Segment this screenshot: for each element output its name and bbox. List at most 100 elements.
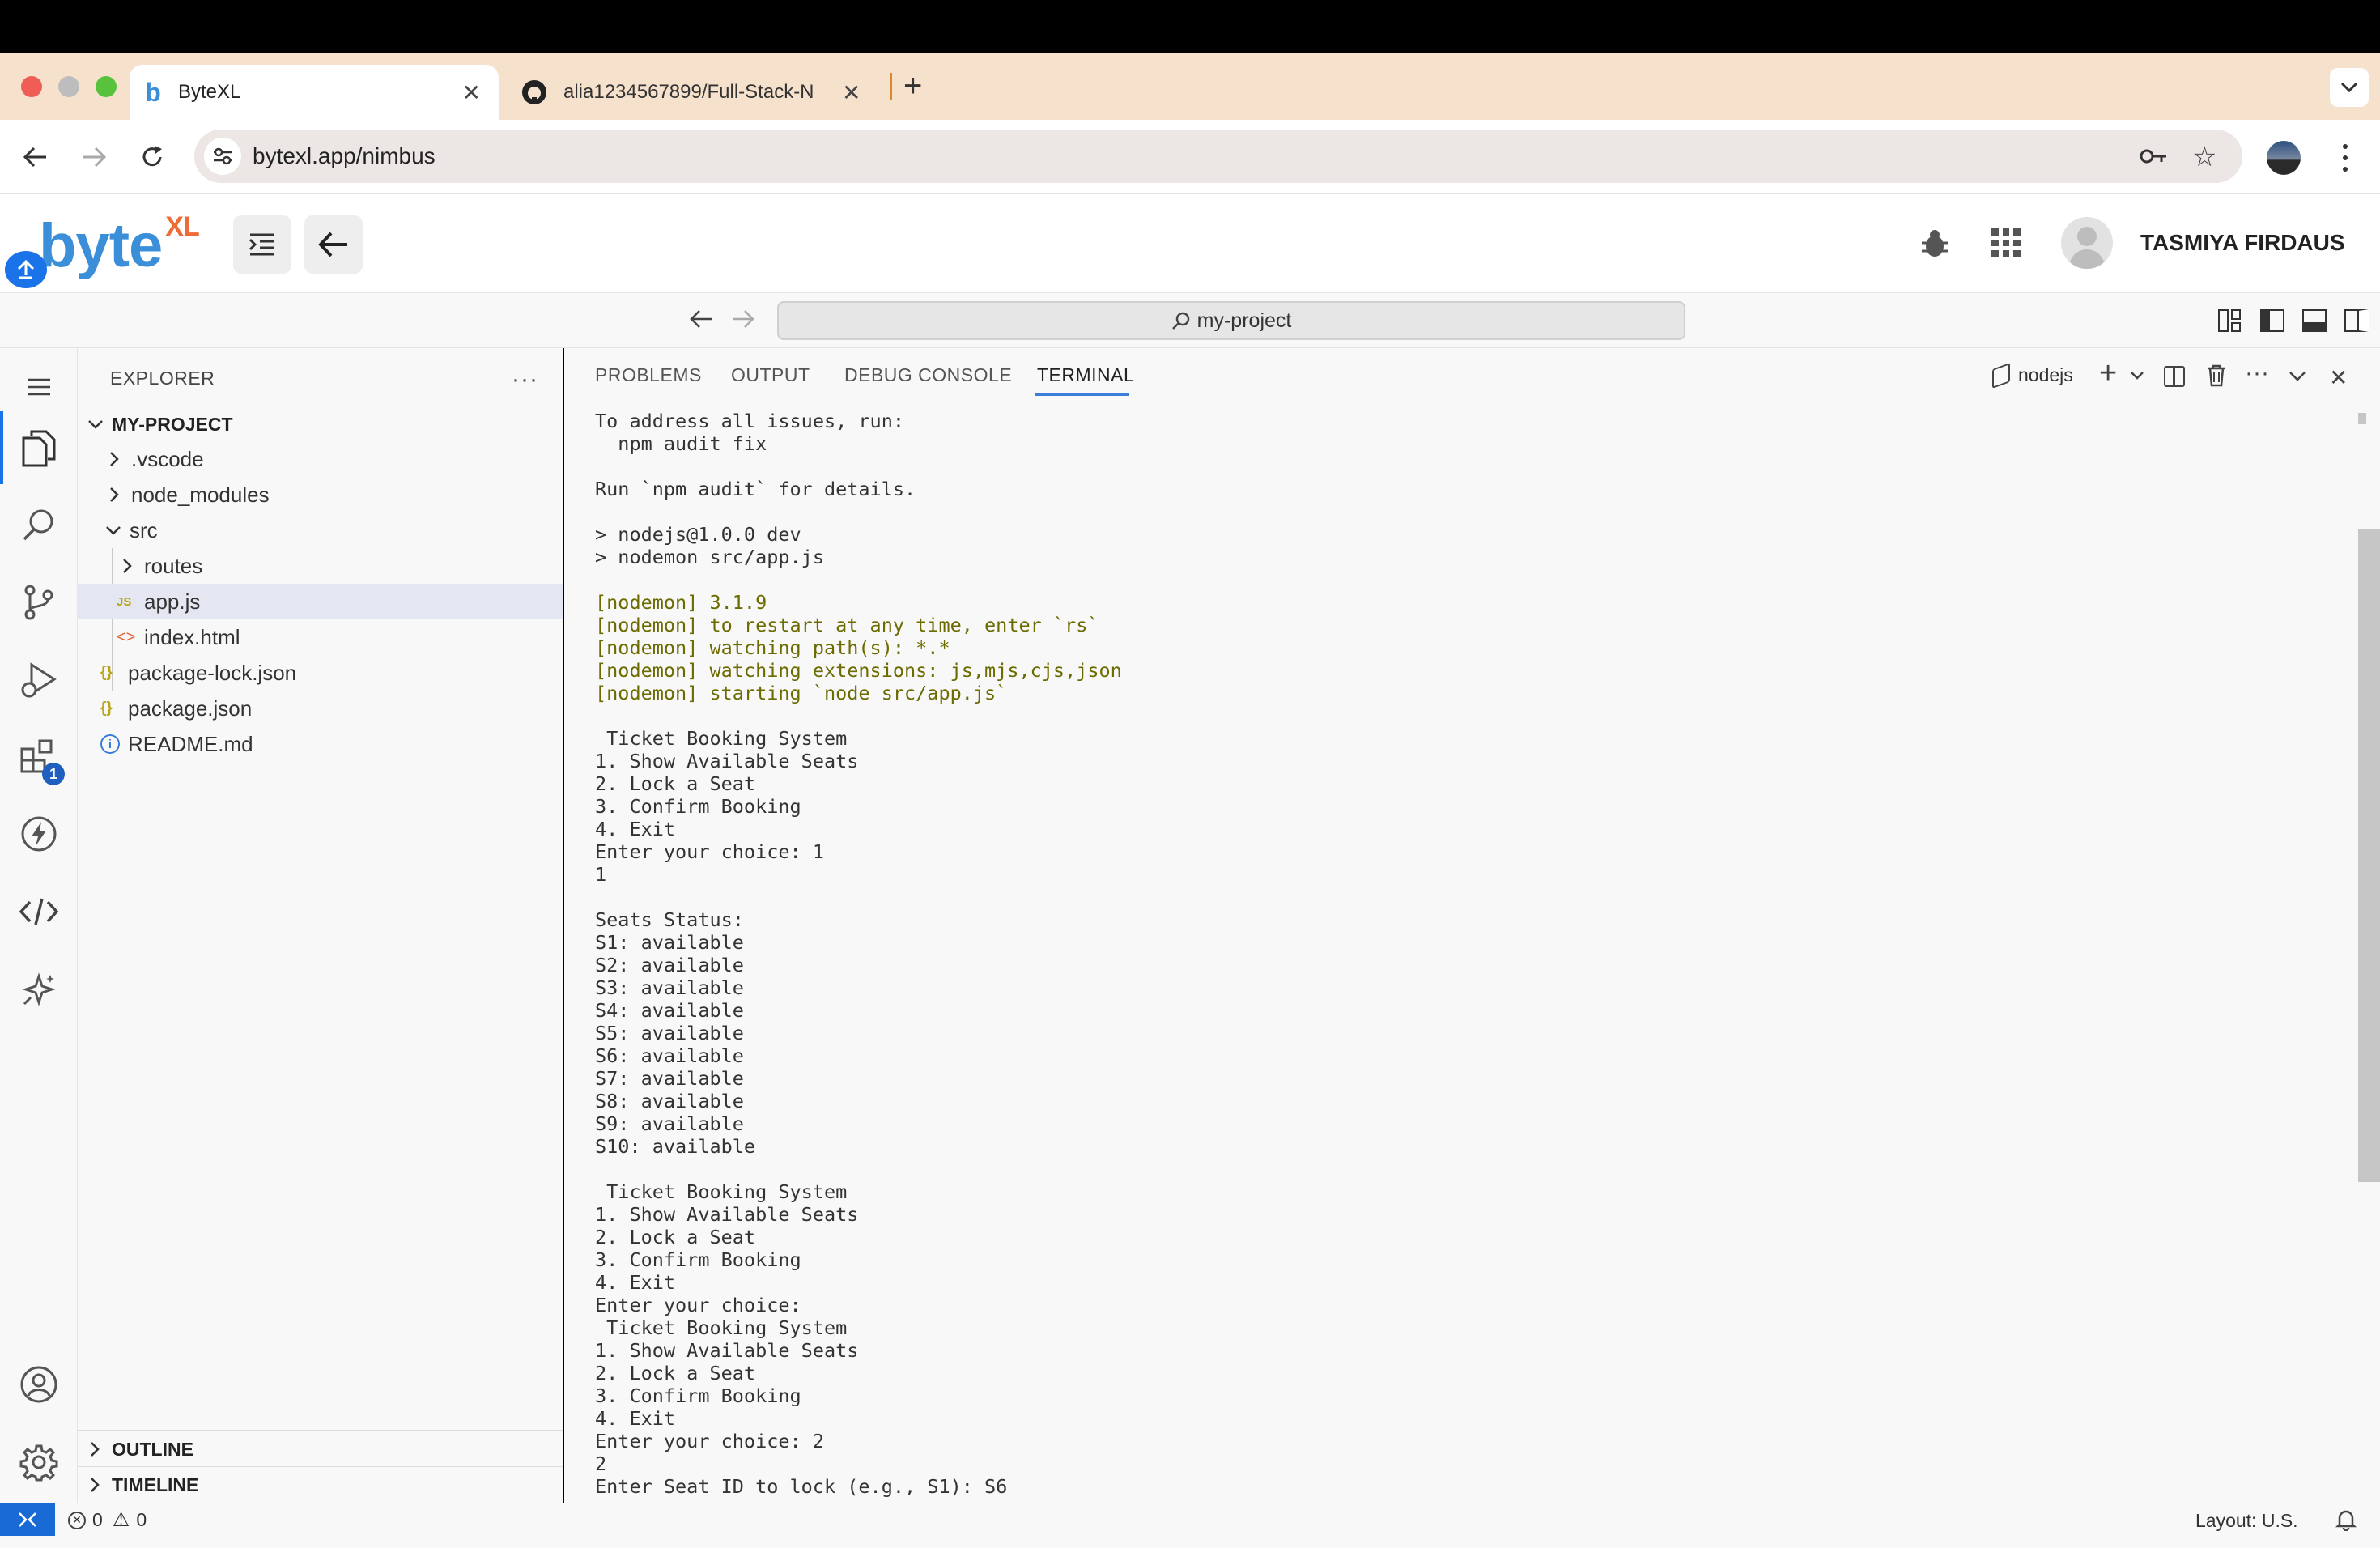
back-button[interactable]	[304, 215, 363, 274]
source-control-icon[interactable]	[0, 570, 78, 635]
tree-folder-vscode[interactable]: .vscode	[78, 441, 563, 477]
more-actions-icon[interactable]: ···	[512, 366, 538, 393]
toggle-panel-icon[interactable]	[2302, 309, 2327, 332]
address-bar[interactable]: bytexl.app/nimbus ☆	[194, 130, 2242, 183]
tab-debug-console[interactable]: DEBUG CONSOLE	[844, 364, 1012, 386]
terminal-line: S1: available	[595, 931, 744, 954]
activity-bar: 1	[0, 348, 78, 1503]
user-name[interactable]: TASMIYA FIRDAUS	[2140, 230, 2345, 256]
outline-section[interactable]: OUTLINE	[78, 1431, 563, 1467]
tree-folder-routes[interactable]: routes	[78, 548, 563, 584]
site-settings-icon[interactable]	[204, 138, 241, 175]
ai-sparkle-icon[interactable]	[0, 957, 78, 1022]
tab-divider	[890, 73, 892, 100]
maximize-panel-chevron-icon[interactable]	[2289, 371, 2306, 382]
active-tab-underline	[1035, 393, 1129, 396]
reload-icon[interactable]	[133, 138, 172, 176]
new-terminal-icon[interactable]: +	[2099, 356, 2117, 391]
maximize-window-button[interactable]	[96, 76, 117, 97]
trash-icon[interactable]	[2206, 364, 2227, 387]
new-tab-icon[interactable]: +	[903, 68, 922, 104]
close-tab-icon[interactable]: ✕	[462, 79, 481, 106]
tree-file-package-json[interactable]: {} package.json	[78, 691, 563, 726]
terminal-line: Seats Status:	[595, 908, 744, 931]
command-center-search[interactable]: my-project	[777, 301, 1685, 340]
extensions-icon[interactable]: 1	[0, 724, 78, 789]
upload-icon[interactable]	[5, 251, 47, 288]
apps-grid-icon[interactable]	[1991, 228, 2021, 257]
terminal-line: 4. Exit	[595, 1271, 676, 1294]
search-icon[interactable]	[0, 492, 78, 557]
profile-avatar-icon[interactable]	[2267, 141, 2301, 175]
close-tab-icon[interactable]: ✕	[842, 79, 861, 106]
minimize-window-button[interactable]	[58, 76, 79, 97]
info-file-icon: i	[100, 734, 120, 754]
terminal-line: S9: available	[595, 1112, 744, 1135]
terminal-line: 2. Lock a Seat	[595, 772, 756, 795]
tab-problems[interactable]: PROBLEMS	[595, 364, 702, 386]
toggle-sidebar-button[interactable]	[233, 215, 291, 274]
notifications-bell-icon[interactable]	[2335, 1508, 2357, 1531]
terminal-instance-selector[interactable]: nodejs	[1992, 362, 2073, 389]
toggle-primary-sidebar-icon[interactable]	[2260, 309, 2284, 332]
tree-file-readme-md[interactable]: i README.md	[78, 726, 563, 762]
tree-file-index-html[interactable]: <> index.html	[78, 619, 563, 655]
browser-tab-bytexl[interactable]: b ByteXL ✕	[130, 65, 499, 120]
settings-gear-icon[interactable]	[0, 1430, 78, 1495]
menu-hamburger-icon[interactable]	[0, 363, 78, 411]
tab-terminal[interactable]: TERMINAL	[1037, 364, 1134, 386]
chevron-down-icon[interactable]	[2130, 371, 2144, 381]
terminal-scrollbar-thumb[interactable]	[2358, 529, 2380, 1182]
terminal-line: Ticket Booking System	[595, 1180, 848, 1203]
bytexl-logo[interactable]: byte XL	[39, 211, 200, 281]
extensions-badge: 1	[42, 763, 65, 785]
tree-file-package-lock-json[interactable]: {} package-lock.json	[78, 655, 563, 691]
tree-file-app-js[interactable]: JS app.js	[78, 584, 563, 619]
bug-icon[interactable]	[1919, 228, 1951, 261]
split-terminal-icon[interactable]	[2164, 366, 2185, 387]
bookmark-star-icon[interactable]: ☆	[2192, 141, 2216, 173]
tree-item-label: README.md	[128, 731, 253, 756]
nav-forward-icon[interactable]	[732, 309, 754, 329]
warning-count: 0	[136, 1509, 147, 1530]
forward-arrow-icon[interactable]	[74, 138, 113, 176]
code-icon[interactable]	[0, 879, 78, 944]
terminal-line: 1	[595, 863, 607, 886]
terminal-output[interactable]: To address all issues, run: npm audit fi…	[595, 410, 1122, 1498]
tree-folder-node-modules[interactable]: node_modules	[78, 477, 563, 512]
project-root[interactable]: MY-PROJECT	[78, 406, 563, 442]
close-window-button[interactable]	[21, 76, 42, 97]
browser-menu-icon[interactable]	[2333, 141, 2357, 175]
chevron-right-icon	[108, 451, 120, 467]
explorer-files-icon[interactable]	[0, 416, 78, 481]
lightning-icon[interactable]	[0, 802, 78, 866]
close-panel-icon[interactable]: ✕	[2329, 364, 2348, 391]
problems-counter[interactable]: ✕ 0 ⚠ 0	[68, 1508, 147, 1532]
tab-list-chevron-icon[interactable]	[2330, 68, 2369, 107]
terminal-line: 1. Show Available Seats	[595, 750, 859, 772]
accounts-icon[interactable]	[0, 1352, 78, 1417]
browser-tab-github[interactable]: alia1234567899/Full-Stack-N ✕	[505, 65, 884, 120]
terminal-shell-icon	[1992, 362, 2010, 389]
timeline-section[interactable]: TIMELINE	[78, 1467, 563, 1503]
toggle-secondary-sidebar-icon[interactable]	[2344, 309, 2369, 332]
user-avatar[interactable]	[2061, 217, 2113, 269]
more-actions-icon[interactable]: ···	[2245, 359, 2269, 387]
chevron-right-icon	[89, 1477, 100, 1493]
remote-indicator-icon[interactable]	[0, 1503, 55, 1536]
tab-output[interactable]: OUTPUT	[731, 364, 810, 386]
nav-back-icon[interactable]	[690, 309, 712, 329]
back-arrow-icon[interactable]	[16, 138, 55, 176]
tree-item-label: .vscode	[131, 446, 204, 471]
html-file-icon: <>	[117, 627, 136, 646]
run-debug-icon[interactable]	[0, 648, 78, 712]
password-key-icon[interactable]	[2139, 144, 2168, 168]
keyboard-layout[interactable]: Layout: U.S.	[2195, 1510, 2298, 1532]
terminal-line: S7: available	[595, 1067, 744, 1090]
github-icon	[521, 79, 547, 105]
tree-folder-src[interactable]: src	[78, 512, 563, 548]
terminal-line: 3. Confirm Booking	[595, 1384, 801, 1407]
json-file-icon: {}	[100, 700, 113, 717]
customize-layout-icon[interactable]	[2218, 309, 2241, 332]
javascript-file-icon: JS	[117, 594, 132, 609]
